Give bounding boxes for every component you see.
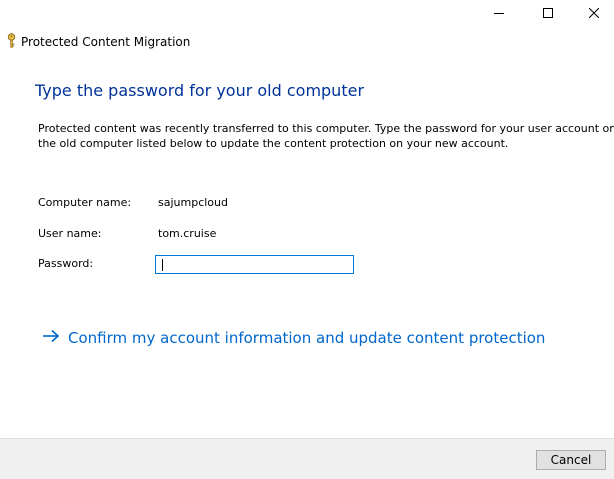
- description-text: Protected content was recently transferr…: [38, 121, 614, 151]
- computer-name-label: Computer name:: [38, 196, 132, 209]
- minimize-icon: [494, 3, 504, 22]
- password-field[interactable]: [155, 255, 354, 274]
- confirm-command-link[interactable]: Confirm my account information and updat…: [42, 328, 545, 347]
- arrow-right-icon: [42, 328, 60, 347]
- close-icon: [588, 3, 600, 22]
- window-title: Protected Content Migration: [21, 35, 191, 49]
- user-name-label: User name:: [38, 227, 102, 240]
- close-button[interactable]: [574, 0, 614, 24]
- confirm-command-label: Confirm my account information and updat…: [68, 328, 546, 347]
- description-line-2: the old computer listed below to update …: [38, 137, 509, 150]
- description-line-1: Protected content was recently transferr…: [38, 122, 614, 135]
- key-icon: [7, 32, 16, 52]
- dialog-window: Protected Content Migration Type the pas…: [0, 0, 614, 479]
- dialog-footer: Cancel: [0, 438, 614, 479]
- minimize-button[interactable]: [476, 0, 522, 24]
- text-caret: [162, 259, 163, 271]
- user-name-value: tom.cruise: [158, 227, 217, 240]
- maximize-icon: [543, 3, 553, 22]
- password-label: Password:: [38, 257, 94, 270]
- maximize-button[interactable]: [525, 0, 571, 24]
- cancel-button[interactable]: Cancel: [536, 450, 606, 470]
- window-title-bar: Protected Content Migration: [7, 32, 191, 52]
- computer-name-value: sajumpcloud: [158, 196, 228, 209]
- page-heading: Type the password for your old computer: [35, 81, 365, 100]
